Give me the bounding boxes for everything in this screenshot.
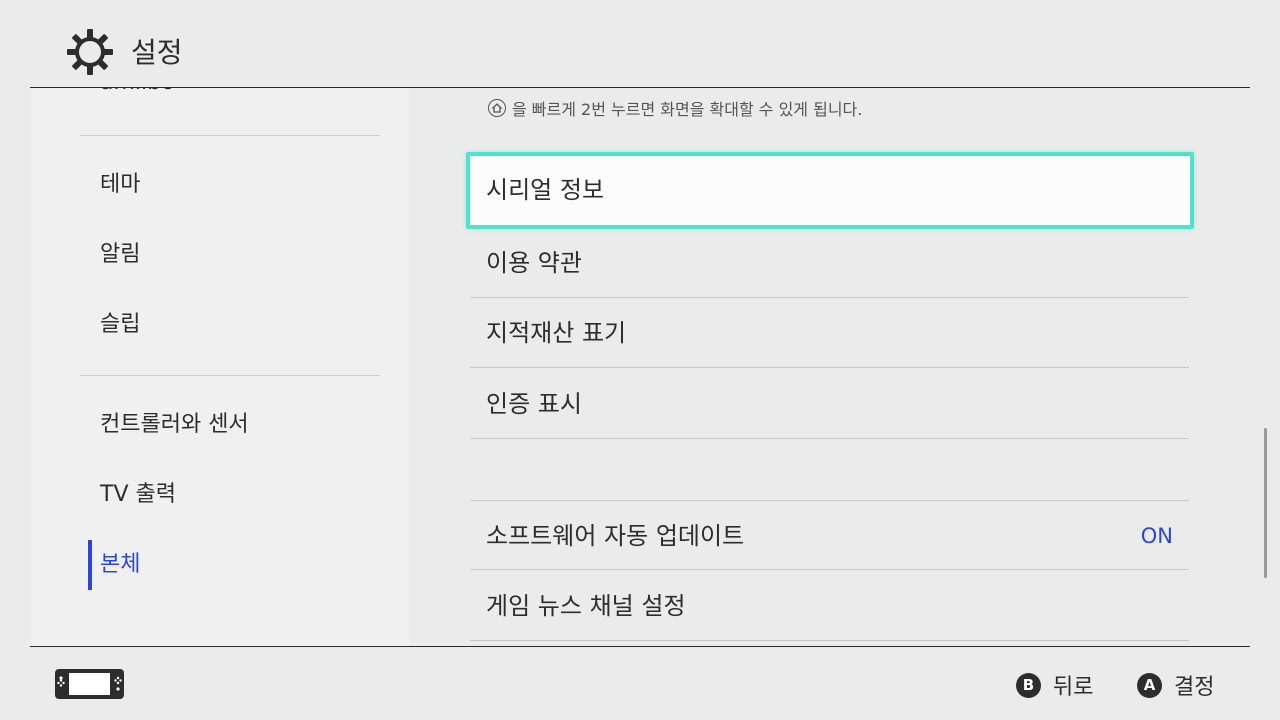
gear-icon [67,29,113,75]
sidebar-item-notifications[interactable]: 알림 [100,235,140,275]
sidebar-item-theme[interactable]: 테마 [100,165,140,205]
sidebar-divider [80,135,380,136]
row-serial-info[interactable]: 시리얼 정보 [466,152,1194,229]
scrollbar[interactable] [1264,428,1267,578]
a-button-icon: A [1137,672,1162,698]
sidebar-item-tv-output[interactable]: TV 출력 [100,475,176,515]
sidebar-item-system[interactable]: 본체 [100,545,140,585]
row-label: 이용 약관 [486,249,582,277]
row-label: 소프트웨어 자동 업데이트 [486,522,745,550]
row-ip-notices[interactable]: 지적재산 표기 [470,298,1189,368]
row-news-channel[interactable]: 게임 뉴스 채널 설정 [470,571,1189,641]
zoom-hint-text: 을 빠르게 2번 누르면 화면을 확대할 수 있게 됩니다. [512,100,863,119]
header: 설정 [0,0,1280,88]
footer: B 뒤로 A 결정 [0,647,1280,720]
row-certification[interactable]: 인증 표시 [470,369,1189,439]
auto-update-status: ON [1140,524,1173,548]
row-label: 게임 뉴스 채널 설정 [486,592,686,620]
active-indicator [88,540,92,590]
zoom-hint: 을 빠르게 2번 누르면 화면을 확대할 수 있게 됩니다. [488,96,862,120]
sidebar-item-controllers[interactable]: 컨트롤러와 센서 [100,405,249,445]
back-button[interactable]: B 뒤로 [1016,669,1093,701]
page-title: 설정 [131,36,183,69]
sidebar-item-sleep[interactable]: 슬립 [100,305,140,345]
main-content: 을 빠르게 2번 누르면 화면을 확대할 수 있게 됩니다. 시리얼 정보 이용… [440,88,1230,646]
b-button-icon: B [1016,672,1041,698]
confirm-label: 결정 [1174,675,1215,700]
row-label: 시리얼 정보 [486,176,605,204]
row-label: 지적재산 표기 [486,319,627,347]
row-terms-of-use[interactable]: 이용 약관 [470,228,1189,298]
row-auto-update[interactable]: 소프트웨어 자동 업데이트 ON [470,500,1189,570]
sidebar-item-amiibo[interactable]: amiibo [100,88,175,95]
sidebar: amiibo 테마 알림 슬립 컨트롤러와 센서 TV 출력 본체 [30,88,410,646]
console-handheld-icon [55,669,124,699]
back-label: 뒤로 [1053,675,1094,700]
sidebar-divider [80,375,380,376]
home-button-icon [488,99,506,117]
confirm-button[interactable]: A 결정 [1137,669,1214,701]
settings-screen: 설정 amiibo 테마 알림 슬립 컨트롤러와 센서 TV 출력 본체 을 빠… [0,0,1280,720]
row-label: 인증 표시 [486,390,582,418]
